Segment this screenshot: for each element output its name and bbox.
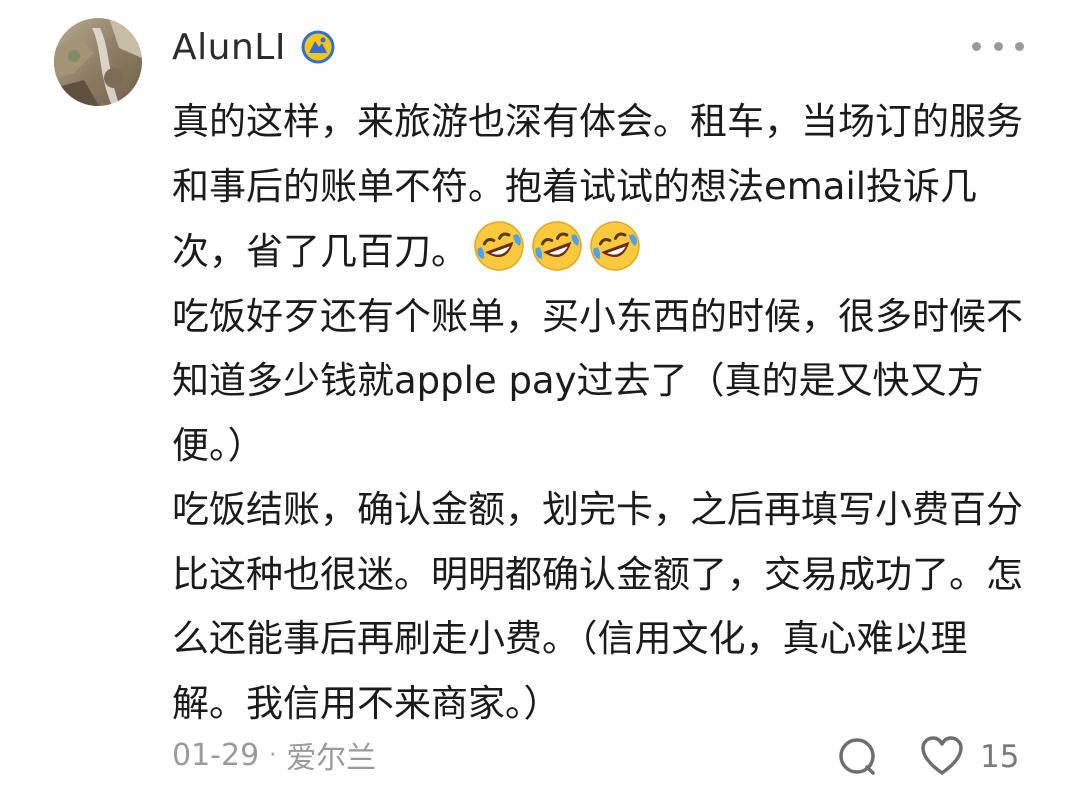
like-count: 15 [980, 739, 1020, 775]
rofl-emoji [474, 221, 524, 271]
heart-icon [921, 736, 963, 775]
rofl-emoji [590, 221, 640, 271]
more-options-icon[interactable] [968, 30, 1028, 62]
meta-separator: · [269, 742, 277, 768]
avatar[interactable] [54, 18, 142, 106]
emoji-group [472, 219, 646, 273]
like-button[interactable]: 15 [918, 733, 1019, 781]
more-dot [1015, 41, 1024, 51]
comment-body: 真的这样，来旅游也深有体会。租车，当场订的服务和事后的账单不符。抱着试试的想法e… [172, 90, 1032, 736]
comment-paragraph: 吃饭结账，确认金额，划完卡，之后再填写小费百分比这种也很迷。明明都确认金额了，交… [172, 488, 1023, 725]
more-dot [993, 41, 1003, 51]
avatar-image [54, 18, 142, 106]
comment-meta: 01-29 · 爱尔兰 [172, 732, 376, 778]
comment-paragraph: 吃饭好歹还有个账单，买小东西的时候，很多时候不知道多少钱就apple pay过去… [172, 294, 1023, 467]
comment-icon[interactable] [834, 733, 882, 781]
comment-location: 爱尔兰 [286, 741, 377, 776]
comment-paragraph: 真的这样，来旅游也深有体会。租车，当场订的服务和事后的账单不符。抱着试试的想法e… [172, 90, 1032, 285]
verified-badge-icon [301, 30, 335, 64]
rofl-emoji [532, 221, 582, 271]
author-row: AlunLI [172, 22, 336, 72]
comment-date: 01-29 [172, 737, 260, 773]
author-name[interactable]: AlunLI [172, 27, 286, 68]
more-dot [972, 41, 981, 51]
